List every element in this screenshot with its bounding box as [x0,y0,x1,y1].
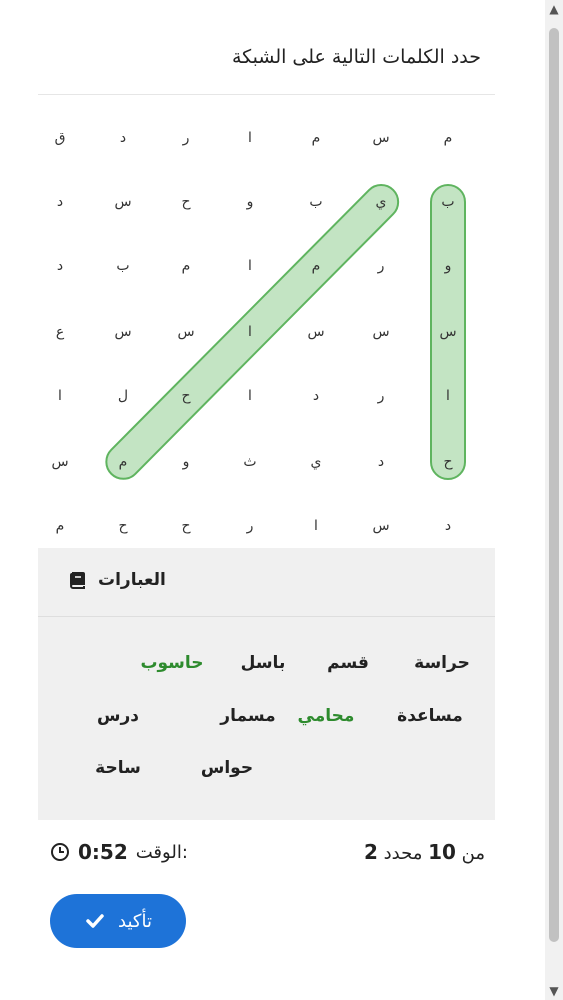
grid-cell[interactable]: ﺱ [366,511,396,541]
grid-cell[interactable]: ا [235,317,265,347]
phrase-word: حواس [200,758,254,778]
phrase-word: محامي [297,706,355,726]
timer-value: 0:52 [78,840,128,864]
phrase-word: ساحة [95,758,141,778]
grid-cell[interactable]: ﺱ [108,187,138,217]
grid-cell[interactable]: ح [171,187,201,217]
grid-cell[interactable]: ﻭ [433,251,463,281]
scroll-down-arrow-icon[interactable]: ▼ [545,982,563,1000]
grid-cell[interactable]: ﺱ [108,317,138,347]
grid-cell[interactable]: ﺭ [235,511,265,541]
confirm-button-label: تأكيد [118,910,152,932]
grid-cell[interactable]: ا [45,381,75,411]
grid-cell[interactable]: ا [235,381,265,411]
title-divider [38,94,495,95]
grid-cell[interactable]: ق [45,123,75,153]
grid-cell[interactable]: ﺩ [45,187,75,217]
phrases-panel: العبارات حراسة قسم باسل حاسوب مساعدة محامي مسم… [38,548,495,820]
grid-cell[interactable]: ي [366,187,396,217]
grid-cell[interactable]: ﻡ [301,123,331,153]
grid-cell[interactable]: ﻡ [301,251,331,281]
grid-cell[interactable]: ح [108,511,138,541]
grid-cell[interactable]: ﺩ [45,251,75,281]
page-title: حدد الكلمات التالية على الشبكة [231,46,481,68]
grid-cell[interactable]: ﻡ [45,511,75,541]
scrollbar[interactable]: ▲ ▼ [545,0,563,1000]
grid-cell[interactable]: ث [235,447,265,477]
grid-cell[interactable]: ﺱ [366,317,396,347]
phrase-word: حراسة [414,653,470,673]
confirm-button[interactable]: تأكيد [50,894,186,948]
grid-cell[interactable]: ﻡ [171,251,201,281]
found-count: من 10 محدد 2 [363,840,485,864]
scroll-up-arrow-icon[interactable]: ▲ [545,0,563,18]
grid-cell[interactable]: ﺭ [366,381,396,411]
grid-cell[interactable]: ﻡ [108,447,138,477]
grid-cell[interactable]: ﺩ [433,511,463,541]
total-count: 10 [428,840,456,864]
grid-cell[interactable]: ل [108,381,138,411]
check-icon [86,914,104,928]
grid-cell[interactable]: ﻭ [171,447,201,477]
grid-cell[interactable]: ا [301,511,331,541]
status-bar: من 10 محدد 2 0:52 الوقت: [38,836,495,866]
selected-count: 2 [363,840,378,864]
phrase-word: مساعدة [397,706,463,726]
grid-cell[interactable]: ي [301,447,331,477]
grid-cell[interactable]: ح [171,511,201,541]
phrase-word: درس [97,706,139,726]
grid-cell[interactable]: ﺩ [301,381,331,411]
phrase-word: مسمار [220,706,276,726]
grid-cell[interactable]: ب [301,187,331,217]
grid-cell[interactable]: ع [45,317,75,347]
grid-cell[interactable]: ﻭ [235,187,265,217]
grid-cell[interactable]: ح [171,381,201,411]
letter-grid[interactable]: ق ﺩ ﺭ ا ﻡ ﺱ ﻡ ﺩ ﺱ ح ﻭ ب ي ب ﺩ ب ﻡ ا ﻡ ﺭ ﻭ ع ﺱ ﺱ ا ﺱ ﺱ ﺱ ا ل ح ا ﺩ ﺭ ا ﺱ ﻡ ﻭ ث ي… [38,98,495,548]
timer-label: الوقت: [135,841,188,863]
grid-cell[interactable]: ﺩ [366,447,396,477]
grid-cell[interactable]: ا [235,251,265,281]
phrase-word: حاسوب [140,653,204,673]
phrases-title: العبارات [98,570,166,590]
grid-cell[interactable]: ب [433,187,463,217]
timer: 0:52 الوقت: [50,840,188,864]
clock-icon [51,843,69,861]
grid-cell[interactable]: ﺱ [366,123,396,153]
grid-cell[interactable]: ا [433,381,463,411]
grid-cell[interactable]: ﻡ [433,123,463,153]
scroll-thumb[interactable] [549,28,559,942]
book-icon [70,572,85,589]
grid-cell[interactable]: ﺱ [45,447,75,477]
phrases-header: العبارات [38,548,495,617]
grid-cell[interactable]: ﺱ [301,317,331,347]
grid-cell[interactable]: ب [108,251,138,281]
phrase-word: قسم [327,653,369,673]
grid-cell[interactable]: ﺩ [108,123,138,153]
grid-cell[interactable]: ا [235,123,265,153]
grid-cell[interactable]: ﺭ [366,251,396,281]
grid-cell[interactable]: ﺭ [171,123,201,153]
grid-cell[interactable]: ﺱ [171,317,201,347]
phrase-word: باسل [240,653,286,673]
word-search-page: حدد الكلمات التالية على الشبكة ق ﺩ ﺭ ا ﻡ ﺱ ﻡ ﺩ ﺱ… [38,0,495,1000]
grid-cell[interactable]: ح [433,447,463,477]
grid-cell[interactable]: ﺱ [433,317,463,347]
